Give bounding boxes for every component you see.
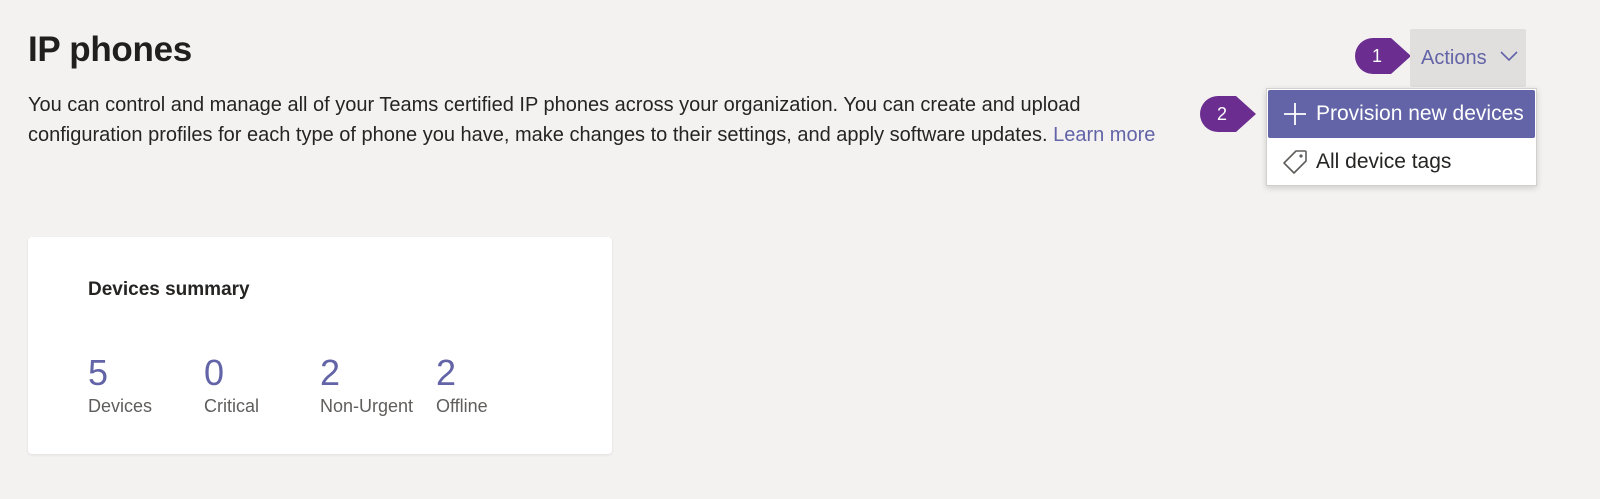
menu-item-label: All device tags [1316, 150, 1452, 173]
callout-badge-1: 1 [1355, 38, 1415, 74]
devices-summary-card: Devices summary 5 Devices 0 Critical 2 N… [28, 237, 612, 454]
stat-value: 5 [88, 352, 109, 393]
stat-non-urgent[interactable]: 2 Non-Urgent [320, 351, 413, 417]
stat-label: Critical [204, 396, 260, 416]
stat-value: 0 [204, 352, 225, 393]
learn-more-link[interactable]: Learn more [1053, 124, 1155, 146]
actions-label: Actions [1421, 46, 1487, 69]
stat-label: Non-Urgent [320, 396, 414, 416]
chevron-down-icon [1500, 51, 1518, 62]
stat-devices[interactable]: 5 Devices [88, 351, 152, 417]
description-text: You can control and manage all of your T… [28, 94, 1081, 146]
tag-icon [1283, 150, 1307, 174]
stat-label: Devices [88, 396, 153, 416]
stat-value: 2 [320, 352, 341, 393]
callout-number: 2 [1216, 104, 1227, 124]
ip-phones-page: IP phones You can control and manage all… [0, 0, 1600, 499]
callout-badge-2: 2 [1200, 96, 1260, 132]
menu-item-all-device-tags[interactable]: All device tags [1268, 138, 1535, 186]
stat-value: 2 [436, 352, 457, 393]
page-description: You can control and manage all of your T… [28, 90, 1173, 150]
menu-item-provision-new-devices[interactable]: Provision new devices [1268, 90, 1535, 138]
card-title: Devices summary [88, 279, 250, 300]
actions-dropdown-menu: Provision new devices All device tags [1266, 88, 1537, 186]
page-title: IP phones [28, 30, 192, 69]
stat-label: Offline [436, 396, 488, 416]
stat-offline[interactable]: 2 Offline [436, 351, 488, 417]
menu-item-label: Provision new devices [1316, 102, 1524, 125]
stat-critical[interactable]: 0 Critical [204, 351, 259, 417]
callout-number: 1 [1371, 46, 1382, 66]
plus-icon [1284, 103, 1306, 125]
actions-button[interactable]: Actions [1410, 29, 1526, 87]
